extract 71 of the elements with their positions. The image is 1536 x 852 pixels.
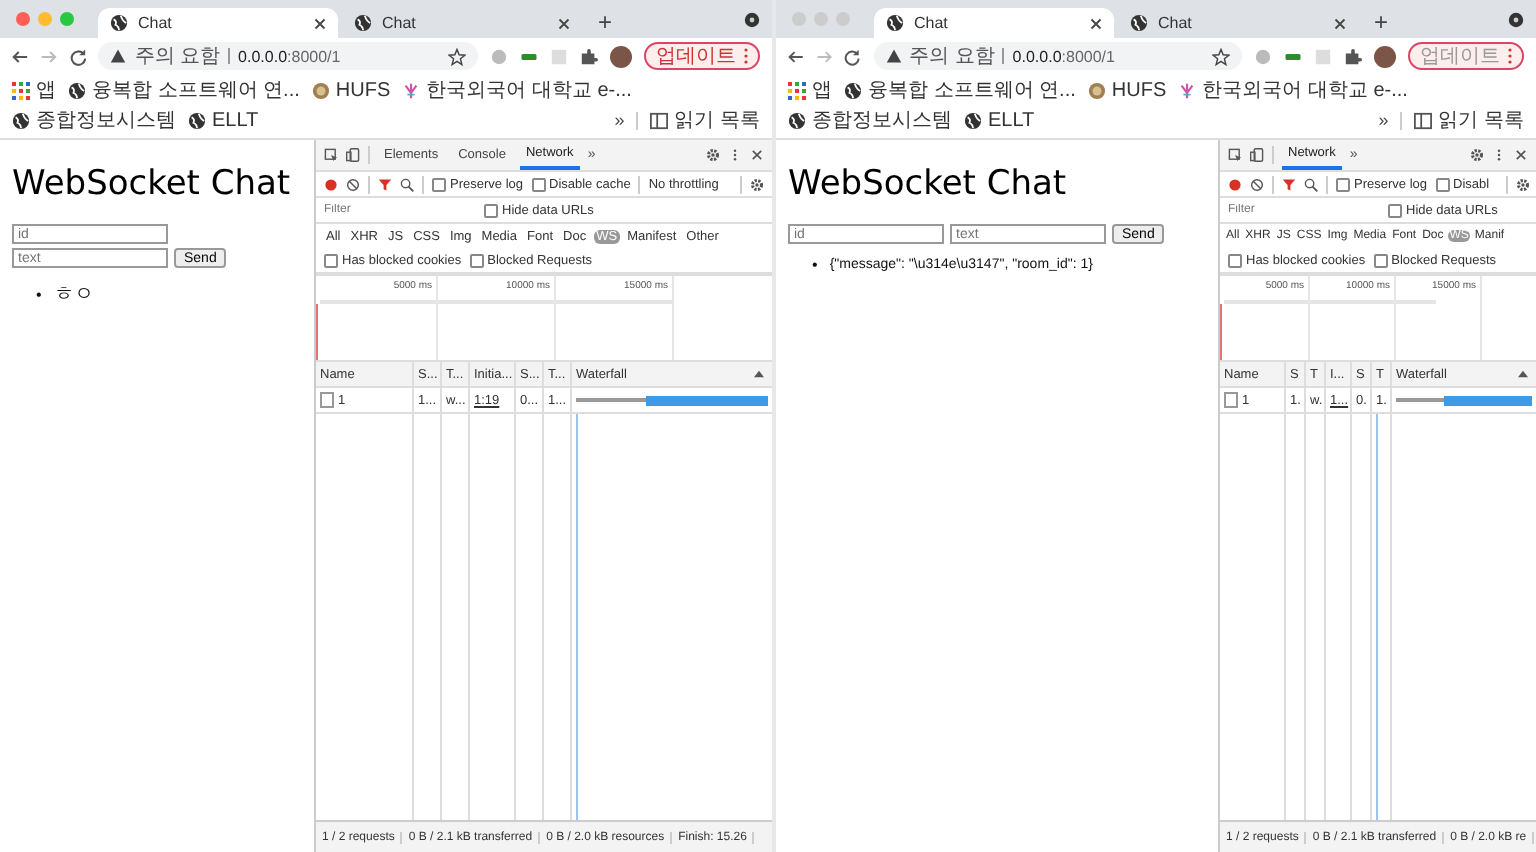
record-icon[interactable] <box>1228 177 1242 191</box>
globe-icon <box>68 81 86 99</box>
browser-tab[interactable]: Chat <box>342 8 582 38</box>
filter-icon[interactable] <box>1282 177 1296 191</box>
globe-icon <box>886 14 904 32</box>
settings-icon[interactable] <box>1515 177 1530 191</box>
clear-icon[interactable] <box>346 177 360 191</box>
bookmark[interactable]: 앱 <box>12 76 56 104</box>
waterfall-bar <box>1396 395 1532 405</box>
new-tab-button[interactable]: + <box>586 8 625 38</box>
settings-icon[interactable] <box>706 148 720 162</box>
seal-icon <box>311 81 330 99</box>
circle-icon[interactable] <box>744 11 760 27</box>
book-icon <box>1414 111 1433 129</box>
bookmark[interactable]: ELLT <box>188 109 259 131</box>
warning-icon <box>110 48 127 64</box>
update-button[interactable]: 업데이트 <box>644 42 760 70</box>
puzzle-icon[interactable] <box>580 47 598 65</box>
close-icon[interactable] <box>750 148 764 162</box>
warning-icon <box>885 48 902 64</box>
globe-icon <box>788 111 806 129</box>
seal-icon <box>1087 81 1106 99</box>
globe-icon <box>188 111 206 129</box>
inspect-icon[interactable] <box>1228 148 1242 162</box>
page-heading: WebSocket Chat <box>12 164 293 204</box>
sort-icon[interactable] <box>754 370 764 378</box>
globe-icon <box>844 81 862 99</box>
device-icon[interactable] <box>346 148 360 162</box>
inspect-icon[interactable] <box>324 148 338 162</box>
close-icon[interactable] <box>1334 17 1346 29</box>
settings-icon[interactable] <box>750 177 764 191</box>
sort-icon[interactable] <box>1518 370 1528 378</box>
page-heading: WebSocket Chat <box>788 164 1069 204</box>
search-icon[interactable] <box>1304 177 1318 191</box>
globe-icon <box>1130 14 1148 32</box>
bookmark[interactable]: 한국외국어 대학교 e-... <box>402 76 632 104</box>
close-icon[interactable] <box>314 17 326 29</box>
bookmark[interactable]: HUFS <box>311 79 391 101</box>
grid-icon <box>12 81 30 99</box>
filter-icon[interactable] <box>378 177 392 191</box>
bookmark[interactable]: 종합정보시스템 <box>12 106 176 134</box>
address-bar[interactable]: 주의 요함 0.0.0.0:8000/1 <box>98 42 478 70</box>
bullet: • <box>36 285 42 303</box>
reload-icon[interactable] <box>69 47 87 65</box>
close-icon[interactable] <box>558 17 570 29</box>
record-icon[interactable] <box>324 177 338 191</box>
close-icon[interactable] <box>1514 148 1528 162</box>
search-icon[interactable] <box>400 177 414 191</box>
settings-icon[interactable] <box>1470 148 1484 162</box>
globe-icon <box>110 14 128 32</box>
grid-icon <box>788 81 806 99</box>
menu-icon[interactable] <box>728 148 742 162</box>
menu-icon[interactable] <box>1492 148 1506 162</box>
bullet: • <box>812 256 818 274</box>
file-icon <box>1224 392 1238 408</box>
back-icon[interactable] <box>12 47 29 65</box>
close-icon[interactable] <box>1090 17 1102 29</box>
clear-icon[interactable] <box>1250 177 1264 191</box>
reading-list-button[interactable]: 읽기 목록 <box>650 106 760 134</box>
star-icon[interactable] <box>448 47 466 65</box>
globe-icon <box>964 111 982 129</box>
more-bookmarks-button[interactable]: » <box>614 110 625 130</box>
file-icon <box>320 392 334 408</box>
avatar[interactable] <box>610 45 632 67</box>
message-text: ㅎㅇ <box>53 282 94 308</box>
globe-icon <box>354 14 372 32</box>
browser-tab[interactable]: Chat <box>98 8 338 38</box>
bookmark[interactable]: 융복합 소프트웨어 연... <box>68 76 300 104</box>
book-icon <box>650 111 669 129</box>
globe-icon <box>12 111 30 129</box>
device-icon[interactable] <box>1250 148 1264 162</box>
